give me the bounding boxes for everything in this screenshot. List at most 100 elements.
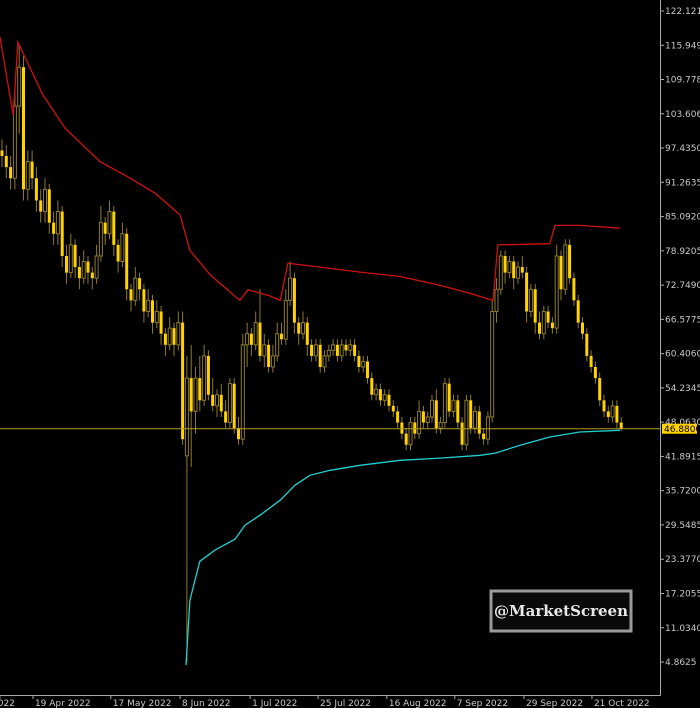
candle — [154, 300, 159, 329]
candle — [288, 261, 293, 306]
candle — [528, 283, 533, 318]
candle-body-bear — [232, 383, 236, 429]
candle — [430, 394, 434, 423]
candle-body-bull — [322, 355, 327, 368]
candle-body-bull — [339, 344, 344, 357]
candle-body-bear — [400, 422, 404, 434]
candle-body-bear — [447, 383, 451, 412]
candle — [378, 383, 382, 406]
candle — [103, 217, 107, 245]
candle — [404, 428, 408, 451]
candle — [576, 294, 580, 329]
candle — [568, 239, 572, 284]
candle — [447, 378, 451, 417]
watermark: @MarketScreen — [489, 589, 633, 633]
candle-body-bear — [60, 211, 64, 256]
candle-body-bear — [65, 255, 68, 273]
candle — [94, 244, 99, 284]
x-tick-label: 29 Sep 2022 — [526, 699, 583, 708]
current-price-label: 46.8800 — [664, 425, 700, 435]
candle-body-bull — [516, 266, 520, 279]
candle — [283, 289, 288, 345]
candle — [129, 283, 133, 312]
candle — [227, 378, 232, 429]
candle-body-bear — [370, 378, 374, 395]
x-tick-label: 8 Jun 2022 — [182, 699, 230, 708]
candle — [202, 344, 207, 406]
candle — [73, 239, 77, 279]
y-tick-label: 29.5485 — [665, 521, 700, 531]
candle-body-bull — [430, 399, 434, 418]
candle — [275, 322, 280, 362]
candle — [507, 255, 512, 279]
candle — [211, 378, 215, 412]
y-tick-label: 72.7490 — [665, 281, 700, 291]
candle-body-bull — [120, 233, 125, 263]
candle-body-bear — [357, 355, 361, 367]
candle — [438, 416, 443, 434]
candle — [396, 405, 400, 429]
candle-body-bull — [554, 255, 559, 329]
candle-body-bear — [103, 222, 107, 234]
y-tick-label: 11.0340 — [665, 624, 700, 634]
candle-body-bull — [464, 399, 469, 446]
y-tick-label: 115.9495 — [665, 41, 700, 51]
candle — [598, 372, 602, 406]
candle-body-bull — [240, 344, 245, 440]
candle-body-bear — [34, 178, 38, 201]
candle — [353, 339, 357, 362]
candle-body-bull — [25, 161, 30, 190]
candle-body-bear — [572, 278, 576, 301]
candle — [563, 239, 568, 295]
candle — [0, 139, 4, 168]
candle-body-bear — [477, 411, 481, 434]
candle — [559, 250, 563, 301]
candle-body-bull — [184, 377, 189, 457]
y-tick-label: 35.7200 — [665, 487, 700, 497]
candle-body-bear — [163, 333, 167, 345]
x-tick-label: 2022 — [0, 699, 15, 708]
candle-body-bear — [280, 333, 283, 340]
candle — [142, 283, 146, 323]
price-chart: 122.1210 115.9495 109.7780 103.6065 97.4350 9… — [0, 0, 700, 708]
candle — [593, 361, 597, 384]
candle-body-bear — [503, 255, 507, 273]
candle — [374, 383, 379, 401]
candle-body-bear — [615, 405, 619, 423]
candle — [434, 389, 438, 434]
candle-body-bear — [538, 322, 541, 334]
candle-body-bear — [391, 405, 395, 412]
candle-body-bear — [73, 244, 77, 268]
candle-body-bear — [335, 344, 339, 356]
candle — [469, 394, 473, 434]
candle-body-bull — [473, 410, 477, 429]
candle-body-bear — [211, 394, 215, 406]
candle — [125, 228, 129, 301]
candle-body-bear — [22, 67, 25, 190]
candle-body-bull — [374, 388, 379, 396]
candle-body-bear — [593, 366, 597, 379]
candle-body-bear — [598, 378, 602, 401]
candle — [176, 311, 181, 351]
candle-body-bear — [602, 400, 606, 412]
candle — [9, 156, 13, 190]
candle — [151, 294, 154, 334]
candle — [473, 405, 477, 434]
candle — [98, 205, 103, 262]
candle — [172, 322, 176, 356]
candle — [602, 394, 606, 417]
x-tick-label: 1 Jul 2022 — [252, 699, 297, 708]
candle-body-bull — [425, 416, 430, 424]
candle-body-bear — [396, 411, 400, 423]
candle-body-bear — [568, 244, 572, 279]
candle-body-bear — [305, 322, 309, 345]
candle-body-bear — [297, 322, 301, 334]
y-axis-ticks: 122.1210 115.9495 109.7780 103.6065 97.4350 9… — [660, 7, 700, 668]
candle-body-bull — [81, 261, 86, 279]
candle — [17, 44, 22, 134]
candle — [322, 350, 327, 373]
candle-body-bull — [408, 422, 413, 446]
candle-body-bear — [90, 272, 94, 279]
candle — [77, 255, 81, 290]
candle — [413, 416, 417, 440]
